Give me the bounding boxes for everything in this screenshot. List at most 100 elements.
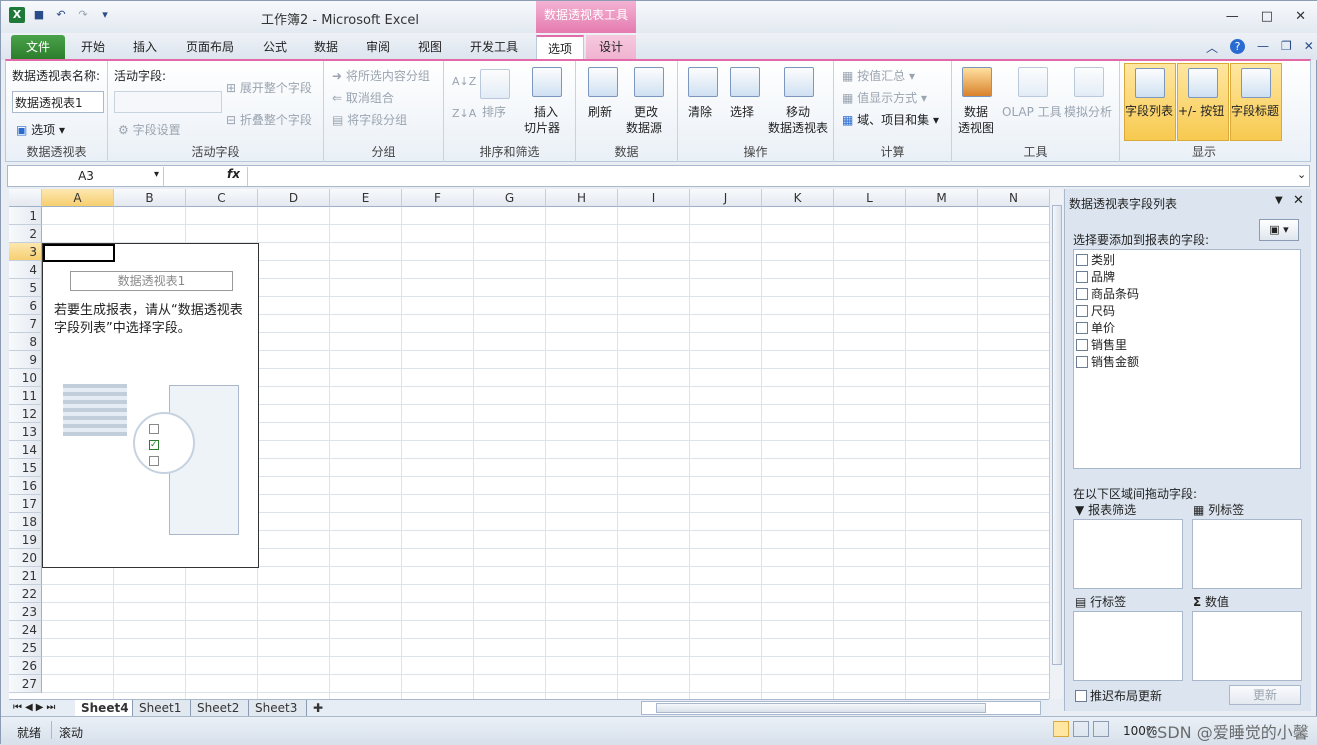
sort-za-icon[interactable]: Z↓A: [452, 107, 476, 120]
tab-view[interactable]: 视图: [408, 35, 452, 59]
tab-formulas[interactable]: 公式: [253, 35, 297, 59]
row-header[interactable]: 10: [9, 369, 42, 387]
update-button[interactable]: 更新: [1229, 685, 1301, 705]
row-header[interactable]: 21: [9, 567, 42, 585]
column-header[interactable]: K: [762, 189, 834, 207]
name-box[interactable]: A3: [9, 167, 164, 186]
page-layout-view-icon[interactable]: [1073, 721, 1089, 737]
field-item[interactable]: 商品条码: [1076, 286, 1139, 302]
insert-sheet-icon[interactable]: ✚: [307, 700, 329, 716]
rows-drop-area[interactable]: [1073, 611, 1183, 681]
field-checkbox[interactable]: [1076, 356, 1088, 368]
select-label[interactable]: 选择: [730, 103, 754, 120]
pane-close-icon[interactable]: ✕: [1293, 193, 1304, 208]
defer-update-checkbox[interactable]: [1075, 690, 1087, 702]
row-header[interactable]: 19: [9, 531, 42, 549]
sort-dialog-icon[interactable]: [480, 69, 510, 99]
pivotchart-label-2[interactable]: 透视图: [958, 119, 994, 136]
row-header[interactable]: 27: [9, 675, 42, 693]
row-header[interactable]: 9: [9, 351, 42, 369]
row-header[interactable]: 16: [9, 477, 42, 495]
column-header[interactable]: M: [906, 189, 978, 207]
field-headers-toggle[interactable]: 字段标题: [1230, 63, 1282, 141]
row-header[interactable]: 22: [9, 585, 42, 603]
column-header[interactable]: D: [258, 189, 330, 207]
row-header[interactable]: 13: [9, 423, 42, 441]
refresh-icon[interactable]: [588, 67, 618, 97]
row-header[interactable]: 3: [9, 243, 42, 261]
doc-restore-icon[interactable]: ❐: [1281, 39, 1292, 56]
change-source-label-1[interactable]: 更改: [634, 103, 658, 120]
tab-page-layout[interactable]: 页面布局: [179, 35, 241, 59]
change-source-label-2[interactable]: 数据源: [626, 119, 662, 136]
column-header[interactable]: G: [474, 189, 546, 207]
move-pivot-label-1[interactable]: 移动: [786, 103, 810, 120]
row-header[interactable]: 7: [9, 315, 42, 333]
name-box-dropdown-icon[interactable]: ▾: [154, 169, 159, 180]
horizontal-scrollbar[interactable]: [641, 701, 1041, 715]
move-pivot-label-2[interactable]: 数据透视表: [768, 119, 828, 136]
field-item[interactable]: 销售里: [1076, 337, 1127, 353]
field-checkbox[interactable]: [1076, 254, 1088, 266]
tab-options[interactable]: 选项: [536, 35, 584, 59]
olap-tools-label[interactable]: OLAP 工具: [1002, 103, 1062, 120]
vertical-scroll-thumb[interactable]: [1052, 205, 1062, 665]
minimize-icon[interactable]: —: [1226, 9, 1239, 24]
what-if-icon[interactable]: [1074, 67, 1104, 97]
insert-slicer-icon[interactable]: [532, 67, 562, 97]
insert-function-icon[interactable]: fx: [227, 167, 240, 181]
column-header[interactable]: I: [618, 189, 690, 207]
tab-data[interactable]: 数据: [304, 35, 348, 59]
row-header[interactable]: 11: [9, 387, 42, 405]
normal-view-icon[interactable]: [1053, 721, 1069, 737]
field-checkbox[interactable]: [1076, 339, 1088, 351]
pivotchart-label-1[interactable]: 数据: [964, 103, 988, 120]
field-list-toggle[interactable]: 字段列表: [1124, 63, 1176, 141]
tab-insert[interactable]: 插入: [123, 35, 167, 59]
row-header[interactable]: 1: [9, 207, 42, 225]
column-header[interactable]: E: [330, 189, 402, 207]
group-field-button[interactable]: ▤ 将字段分组: [332, 111, 407, 128]
maximize-icon[interactable]: □: [1261, 9, 1273, 24]
sheet-tab[interactable]: Sheet1: [133, 700, 191, 716]
undo-icon[interactable]: ↶: [53, 7, 69, 23]
field-checkbox[interactable]: [1076, 322, 1088, 334]
column-header[interactable]: L: [834, 189, 906, 207]
row-header[interactable]: 15: [9, 459, 42, 477]
row-header[interactable]: 8: [9, 333, 42, 351]
defer-update-toggle[interactable]: 推迟布局更新: [1075, 687, 1162, 704]
doc-minimize-icon[interactable]: —: [1257, 39, 1269, 56]
sheet-tab[interactable]: Sheet3: [249, 700, 307, 716]
tab-developer[interactable]: 开发工具: [461, 35, 527, 59]
move-pivot-icon[interactable]: [784, 67, 814, 97]
pivot-name-input[interactable]: 数据透视表1: [12, 91, 104, 113]
refresh-label[interactable]: 刷新: [588, 103, 612, 120]
column-header[interactable]: F: [402, 189, 474, 207]
clear-label[interactable]: 清除: [688, 103, 712, 120]
sheet-tab[interactable]: Sheet4: [75, 700, 133, 716]
column-header[interactable]: B: [114, 189, 186, 207]
tab-design[interactable]: 设计: [586, 35, 636, 59]
filter-drop-area[interactable]: [1073, 519, 1183, 589]
columns-drop-area[interactable]: [1192, 519, 1302, 589]
buttons-toggle[interactable]: +/- 按钮: [1177, 63, 1229, 141]
pivot-options-button[interactable]: ▣ 选项 ▾: [16, 121, 65, 138]
page-break-view-icon[interactable]: [1093, 721, 1109, 737]
sheet-nav-arrows[interactable]: ⏮◀▶⏭: [13, 700, 58, 716]
fields-items-sets-button[interactable]: ▦ 域、项目和集 ▾: [842, 111, 939, 128]
summarize-button[interactable]: ▦ 按值汇总 ▾: [842, 67, 915, 84]
row-header[interactable]: 14: [9, 441, 42, 459]
save-icon[interactable]: ■: [31, 7, 47, 23]
sheet-tab[interactable]: Sheet2: [191, 700, 249, 716]
row-header[interactable]: 20: [9, 549, 42, 567]
collapse-field-button[interactable]: ⊟ 折叠整个字段: [226, 111, 312, 128]
show-values-as-button[interactable]: ▦ 值显示方式 ▾: [842, 89, 927, 106]
olap-tools-icon[interactable]: [1018, 67, 1048, 97]
row-header[interactable]: 26: [9, 657, 42, 675]
tab-home[interactable]: 开始: [71, 35, 115, 59]
expand-field-button[interactable]: ⊞ 展开整个字段: [226, 79, 312, 96]
tab-review[interactable]: 审阅: [356, 35, 400, 59]
pane-dropdown-icon[interactable]: ▼: [1275, 195, 1283, 206]
row-header[interactable]: 12: [9, 405, 42, 423]
doc-close-icon[interactable]: ✕: [1304, 39, 1314, 56]
